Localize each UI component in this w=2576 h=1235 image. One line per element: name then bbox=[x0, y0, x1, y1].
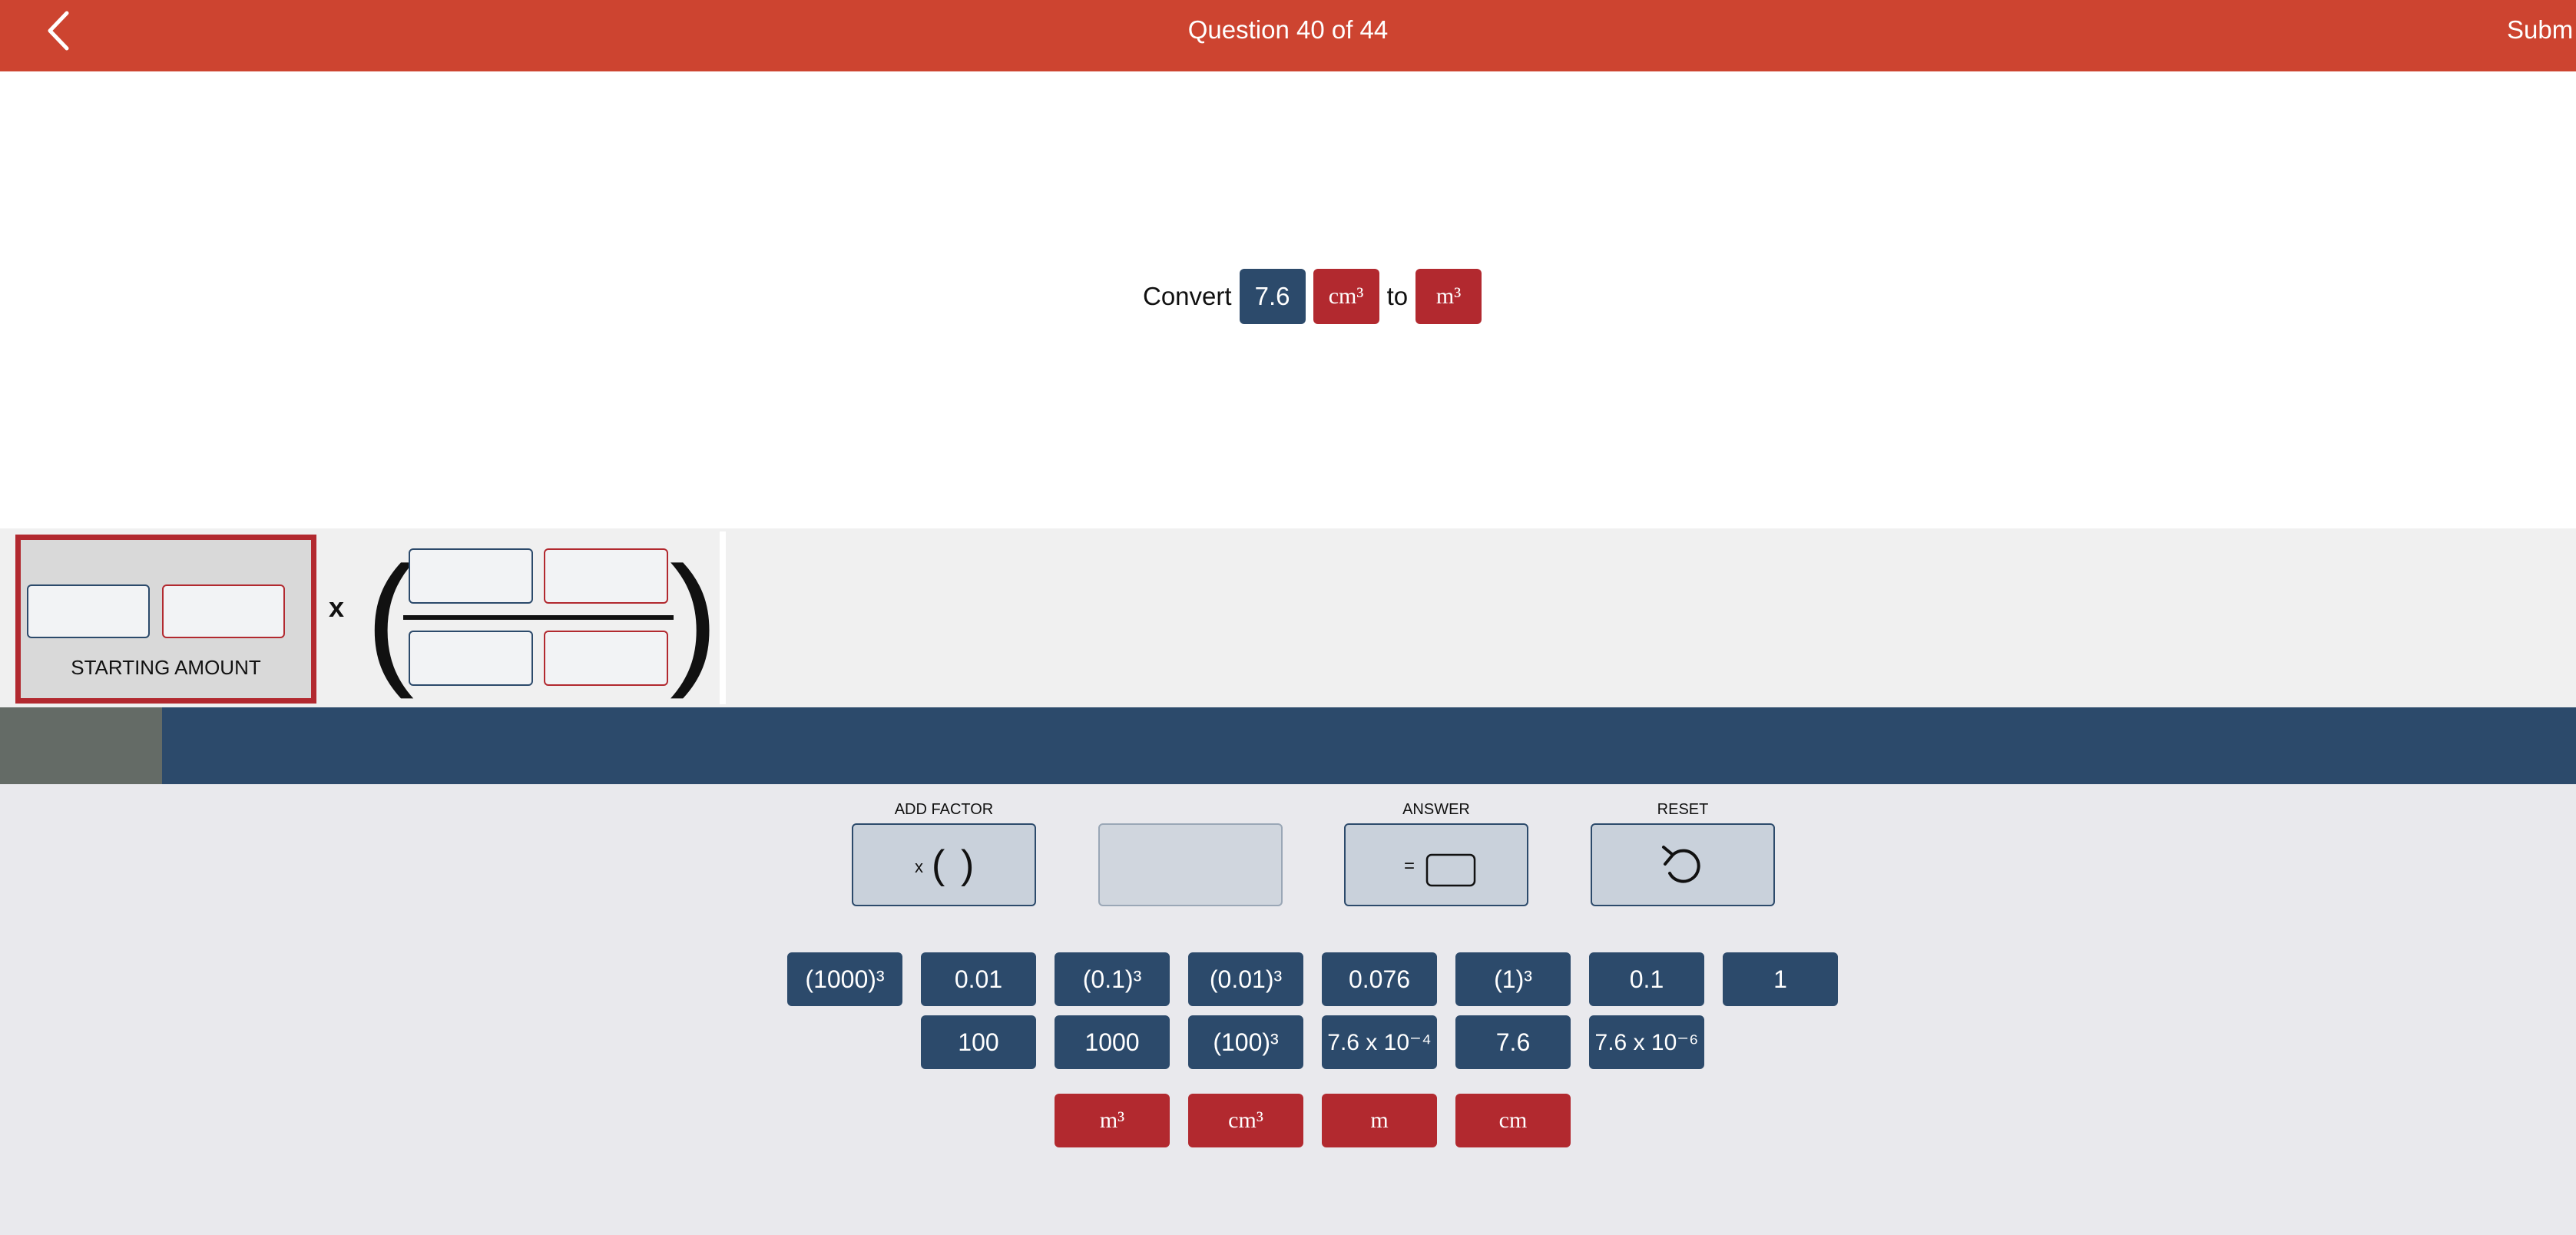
number-tile[interactable]: 0.1 bbox=[1589, 952, 1704, 1006]
fraction-bar bbox=[403, 615, 674, 620]
factor-divider bbox=[720, 531, 726, 704]
starting-value-slot[interactable] bbox=[27, 584, 150, 638]
submit-button[interactable]: Subm bbox=[2507, 0, 2576, 60]
unit-tile[interactable]: cm³ bbox=[1188, 1094, 1303, 1147]
number-tile[interactable]: 7.6 x 10⁻⁶ bbox=[1589, 1015, 1704, 1069]
question-connector: to bbox=[1386, 282, 1409, 310]
add-factor-button[interactable]: x ( ) bbox=[852, 823, 1036, 906]
number-tile[interactable]: 7.6 bbox=[1455, 1015, 1571, 1069]
top-bar: Question 40 of 44 Subm bbox=[0, 0, 2576, 71]
number-tile[interactable]: 0.076 bbox=[1322, 952, 1437, 1006]
conversion-workspace: STARTING AMOUNT x ( ) bbox=[0, 528, 2576, 707]
reset-button[interactable] bbox=[1591, 823, 1775, 906]
unit-tile[interactable]: cm bbox=[1455, 1094, 1571, 1147]
empty-control-slot bbox=[1098, 823, 1283, 906]
question-from-unit-chip: cm³ bbox=[1313, 269, 1379, 324]
denominator-unit-slot[interactable] bbox=[544, 631, 668, 686]
number-tile[interactable]: (1)³ bbox=[1455, 952, 1571, 1006]
answer-icon: = bbox=[1404, 853, 1476, 887]
answer-button[interactable]: = bbox=[1344, 823, 1528, 906]
number-tile[interactable]: (100)³ bbox=[1188, 1015, 1303, 1069]
unit-tile[interactable]: m bbox=[1322, 1094, 1437, 1147]
svg-text:(: ( bbox=[932, 843, 945, 887]
undo-icon bbox=[1662, 846, 1700, 883]
number-tile[interactable]: (1000)³ bbox=[787, 952, 902, 1006]
svg-text:=: = bbox=[1404, 856, 1415, 876]
number-tile[interactable]: 100 bbox=[921, 1015, 1036, 1069]
number-tile[interactable]: (0.01)³ bbox=[1188, 952, 1303, 1006]
question-prefix: Convert bbox=[1143, 282, 1232, 310]
numerator-value-slot[interactable] bbox=[409, 548, 533, 604]
number-tile[interactable]: (0.1)³ bbox=[1055, 952, 1170, 1006]
add-factor-icon: x ( ) bbox=[915, 843, 974, 887]
question-to-unit-chip: m³ bbox=[1415, 269, 1482, 324]
number-tile[interactable]: 0.01 bbox=[921, 952, 1036, 1006]
denominator-value-slot[interactable] bbox=[409, 631, 533, 686]
unit-tile[interactable]: m³ bbox=[1055, 1094, 1170, 1147]
progress-bar bbox=[0, 707, 2576, 784]
answer-label: ANSWER bbox=[1402, 801, 1470, 818]
add-factor-label: ADD FACTOR bbox=[894, 801, 994, 818]
svg-text:x: x bbox=[915, 857, 923, 876]
question-prompt: Convert 7.6 cm³ to m³ bbox=[1143, 269, 1482, 324]
close-paren: ) bbox=[670, 537, 719, 700]
svg-text:): ) bbox=[961, 843, 974, 887]
starting-unit-slot[interactable] bbox=[162, 584, 285, 638]
starting-amount-label: STARTING AMOUNT bbox=[71, 656, 261, 679]
number-tile[interactable]: 1 bbox=[1723, 952, 1838, 1006]
question-value-chip: 7.6 bbox=[1239, 269, 1306, 324]
question-panel: Convert 7.6 cm³ to m³ bbox=[0, 71, 2576, 528]
reset-label: RESET bbox=[1657, 801, 1709, 818]
starting-amount-box[interactable]: STARTING AMOUNT bbox=[15, 535, 316, 704]
number-tile[interactable]: 1000 bbox=[1055, 1015, 1170, 1069]
number-tile[interactable]: 7.6 x 10⁻⁴ bbox=[1322, 1015, 1437, 1069]
multiply-symbol: x bbox=[329, 591, 345, 623]
page-title: Question 40 of 44 bbox=[1187, 15, 1389, 44]
numerator-unit-slot[interactable] bbox=[544, 548, 668, 604]
progress-bar-fill bbox=[0, 707, 163, 784]
